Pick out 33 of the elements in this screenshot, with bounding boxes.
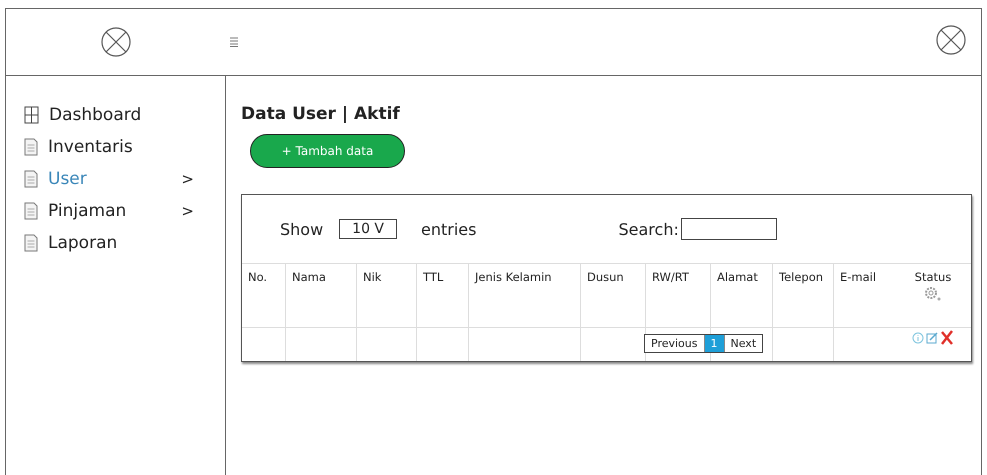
column-header: Alamat bbox=[717, 270, 758, 284]
document-icon bbox=[24, 170, 38, 188]
column-header: Dusun bbox=[587, 270, 624, 284]
sidebar-item[interactable]: Dashboard bbox=[24, 102, 194, 128]
page-title: Data User | Aktif bbox=[241, 104, 401, 124]
column-header: RW/RT bbox=[652, 270, 689, 284]
document-icon bbox=[24, 234, 38, 252]
entries-label: entries bbox=[421, 220, 476, 238]
page-size-select[interactable]: 10 V bbox=[339, 219, 398, 239]
column-header: Telepon bbox=[779, 270, 824, 284]
document-icon bbox=[24, 138, 38, 156]
column-header: No. bbox=[248, 270, 268, 284]
menu-icon[interactable] bbox=[230, 37, 238, 47]
close-icon[interactable] bbox=[100, 26, 132, 58]
search-field[interactable] bbox=[680, 218, 777, 240]
document-icon bbox=[24, 202, 38, 220]
column-header: Status bbox=[914, 270, 952, 284]
sidebar-item[interactable]: Inventaris bbox=[24, 134, 194, 160]
edit-icon[interactable] bbox=[926, 332, 938, 344]
grid-icon bbox=[24, 106, 39, 124]
column-header: Nik bbox=[363, 270, 382, 284]
column-header: E-mail bbox=[840, 270, 876, 284]
close-icon[interactable] bbox=[935, 24, 967, 56]
show-label: Show bbox=[280, 220, 324, 238]
delete-icon[interactable] bbox=[940, 330, 954, 346]
column-header: Jenis Kelamin bbox=[475, 270, 552, 284]
sidebar-item[interactable]: Pinjaman > bbox=[24, 198, 194, 224]
search-label: Search: bbox=[618, 220, 679, 238]
column-header: TTL bbox=[423, 270, 444, 284]
sidebar-item[interactable]: User > bbox=[24, 166, 194, 192]
sidebar-item[interactable]: Laporan bbox=[24, 230, 194, 256]
column-header: Nama bbox=[292, 270, 326, 284]
gear-icon[interactable] bbox=[924, 286, 942, 302]
